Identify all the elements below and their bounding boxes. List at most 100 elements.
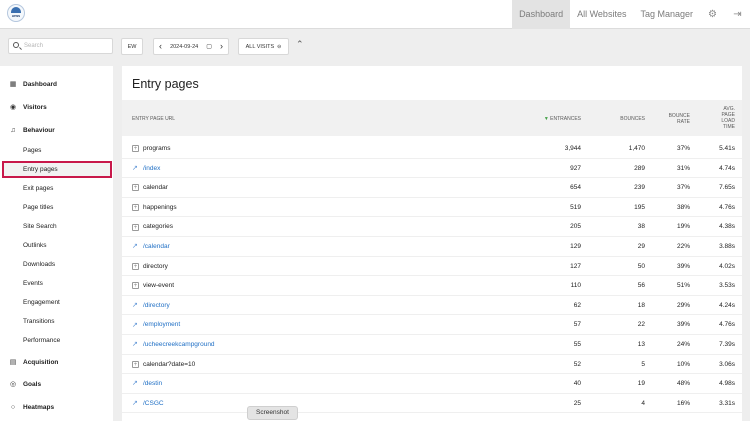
sidebar-item-dashboard[interactable]: ▦ Dashboard: [0, 74, 113, 94]
sidebar-item-downloads[interactable]: Downloads: [0, 256, 113, 273]
table-row[interactable]: ↗ /destin 40 19 48% 4.98s: [122, 374, 742, 394]
sidebar-item-performance[interactable]: Performance: [0, 332, 113, 349]
column-load-line4: TIME: [723, 124, 735, 130]
sidebar-item-label: Behaviour: [23, 126, 55, 134]
column-bounces[interactable]: BOUNCES: [592, 116, 645, 122]
cell-url: + calendar: [132, 178, 512, 198]
table-row[interactable]: ↗ /directory 62 18 29% 4.24s: [122, 296, 742, 316]
cell-bounce-rate: 19%: [676, 223, 690, 231]
table-row[interactable]: + programs 3,944 1,470 37% 5.41s: [122, 139, 742, 159]
table-row[interactable]: + view-event 110 56 51% 3.53s: [122, 276, 742, 296]
cell-load-time: 3.53s: [719, 282, 735, 290]
table-row[interactable]: ↗ /ucheecreekcampground 55 13 24% 7.39s: [122, 335, 742, 355]
row-label[interactable]: /destin: [143, 374, 162, 394]
cell-entrances: 654: [570, 184, 581, 192]
sidebar-item-label: Site Search: [23, 223, 57, 230]
table-row[interactable]: + happenings 519 195 38% 4.76s: [122, 198, 742, 218]
row-label: directory: [143, 262, 168, 270]
external-link-icon[interactable]: ↗: [132, 380, 139, 387]
expand-icon[interactable]: +: [132, 360, 139, 368]
expand-icon[interactable]: +: [132, 204, 139, 212]
column-avg-load-time[interactable]: AVG. PAGE LOAD TIME: [696, 106, 735, 130]
table-row[interactable]: + directory 127 50 39% 4.02s: [122, 257, 742, 277]
cell-url: + programs: [132, 139, 512, 159]
sidebar-item-engagement[interactable]: Engagement: [0, 294, 113, 311]
chevron-left-icon[interactable]: ‹: [159, 42, 162, 51]
cell-load-time: 4.24s: [719, 301, 735, 309]
sidebar-item-outlinks[interactable]: Outlinks: [0, 237, 113, 254]
logout-icon[interactable]: ⇥: [725, 0, 750, 29]
sidebar-item-heatmaps[interactable]: ○ Heatmaps: [0, 397, 113, 417]
row-label[interactable]: /CSGC: [143, 394, 164, 414]
cell-bounce-rate: 16%: [676, 399, 690, 407]
row-label[interactable]: /calendar: [143, 237, 170, 257]
row-label[interactable]: /employment: [143, 315, 180, 335]
cell-entrances: 55: [573, 341, 581, 348]
nav-dashboard[interactable]: Dashboard: [512, 0, 571, 29]
column-bounce-rate[interactable]: BOUNCE RATE: [656, 113, 690, 125]
row-label[interactable]: /ucheecreekcampground: [143, 335, 215, 355]
table-row[interactable]: ↗ /index 927 289 31% 4.74s: [122, 159, 742, 179]
sidebar-item-site-search[interactable]: Site Search: [0, 218, 113, 235]
table-row[interactable]: + calendar 654 239 37% 7.65s: [122, 178, 742, 198]
cell-url: ↗ /calendar: [132, 237, 512, 257]
column-entrances[interactable]: ▼ ENTRANCES: [518, 116, 581, 122]
globe-icon: [11, 7, 21, 13]
external-link-icon[interactable]: ↗: [132, 302, 139, 309]
sidebar-item-pages[interactable]: Pages: [0, 142, 113, 159]
cell-load-time: 4.98s: [719, 380, 735, 388]
cell-load-time: 4.02s: [719, 262, 735, 270]
row-label: categories: [143, 223, 173, 231]
expand-icon[interactable]: +: [132, 262, 139, 270]
column-entry-page-url[interactable]: ENTRY PAGE URL: [132, 116, 175, 122]
period-selector[interactable]: EW: [121, 38, 143, 55]
sidebar-item-label: Pages: [23, 147, 42, 154]
cell-bounce-rate: 31%: [676, 164, 690, 172]
logo[interactable]: urws: [7, 4, 25, 22]
cell-bounces: 29: [637, 243, 645, 250]
sidebar-item-acquisition[interactable]: ▤ Acquisition: [0, 352, 113, 372]
expand-icon[interactable]: +: [132, 223, 139, 231]
expand-icon[interactable]: +: [132, 282, 139, 290]
table-row[interactable]: ↗ /employment 57 22 39% 4.76s: [122, 315, 742, 335]
nav-all-websites[interactable]: All Websites: [570, 0, 633, 29]
sidebar-item-events[interactable]: Events: [0, 275, 113, 292]
expand-icon[interactable]: +: [132, 184, 139, 192]
date-selector[interactable]: ‹ 2024-09-24 ▢ ›: [153, 38, 229, 55]
table-row[interactable]: ↗ /CSGC 25 4 16% 3.31s: [122, 394, 742, 414]
external-link-icon[interactable]: ↗: [132, 341, 139, 348]
cell-entrances: 40: [573, 380, 581, 388]
sidebar-item-behaviour[interactable]: ♫ Behaviour: [0, 120, 113, 140]
row-label: calendar: [143, 184, 168, 192]
chevron-right-icon[interactable]: ›: [220, 42, 223, 51]
table-row[interactable]: + calendar?date=10 52 5 10% 3.06s: [122, 355, 742, 375]
nav-tag-manager[interactable]: Tag Manager: [633, 0, 700, 29]
cell-entrances: 57: [573, 321, 581, 329]
cell-url: ↗ /employment: [132, 315, 512, 335]
sidebar-item-exit-pages[interactable]: Exit pages: [0, 180, 113, 197]
cell-bounces: 22: [637, 321, 645, 329]
sidebar-item-page-titles[interactable]: Page titles: [0, 199, 113, 216]
search-input[interactable]: Search: [8, 38, 113, 54]
sidebar-item-visitors[interactable]: ◉ Visitors: [0, 97, 113, 117]
date-label: 2024-09-24: [170, 43, 199, 50]
sidebar-item-entry-pages[interactable]: Entry pages: [2, 161, 112, 178]
sidebar-item-goals[interactable]: ◎ Goals: [0, 374, 113, 394]
external-link-icon[interactable]: ↗: [132, 243, 139, 250]
gear-icon[interactable]: ⚙: [700, 0, 725, 29]
row-label[interactable]: /index: [143, 159, 160, 179]
double-chevron-up-icon[interactable]: ⌃: [296, 40, 304, 49]
table-row[interactable]: ↗ /calendar 129 29 22% 3.88s: [122, 237, 742, 257]
bell-icon: ♫: [10, 126, 16, 134]
table-row[interactable]: + categories 205 38 19% 4.38s: [122, 217, 742, 237]
external-link-icon[interactable]: ↗: [132, 322, 139, 329]
external-link-icon[interactable]: ↗: [132, 165, 139, 172]
sidebar-item-transitions[interactable]: Transitions: [0, 313, 113, 330]
external-link-icon[interactable]: ↗: [132, 400, 139, 407]
expand-icon[interactable]: +: [132, 145, 139, 153]
segment-selector[interactable]: ALL VISITS ⊖: [238, 38, 289, 55]
cell-entrances: 62: [573, 301, 581, 309]
row-label[interactable]: /directory: [143, 296, 170, 316]
page-title: Entry pages: [132, 77, 199, 91]
cell-bounces: 4: [641, 399, 645, 407]
